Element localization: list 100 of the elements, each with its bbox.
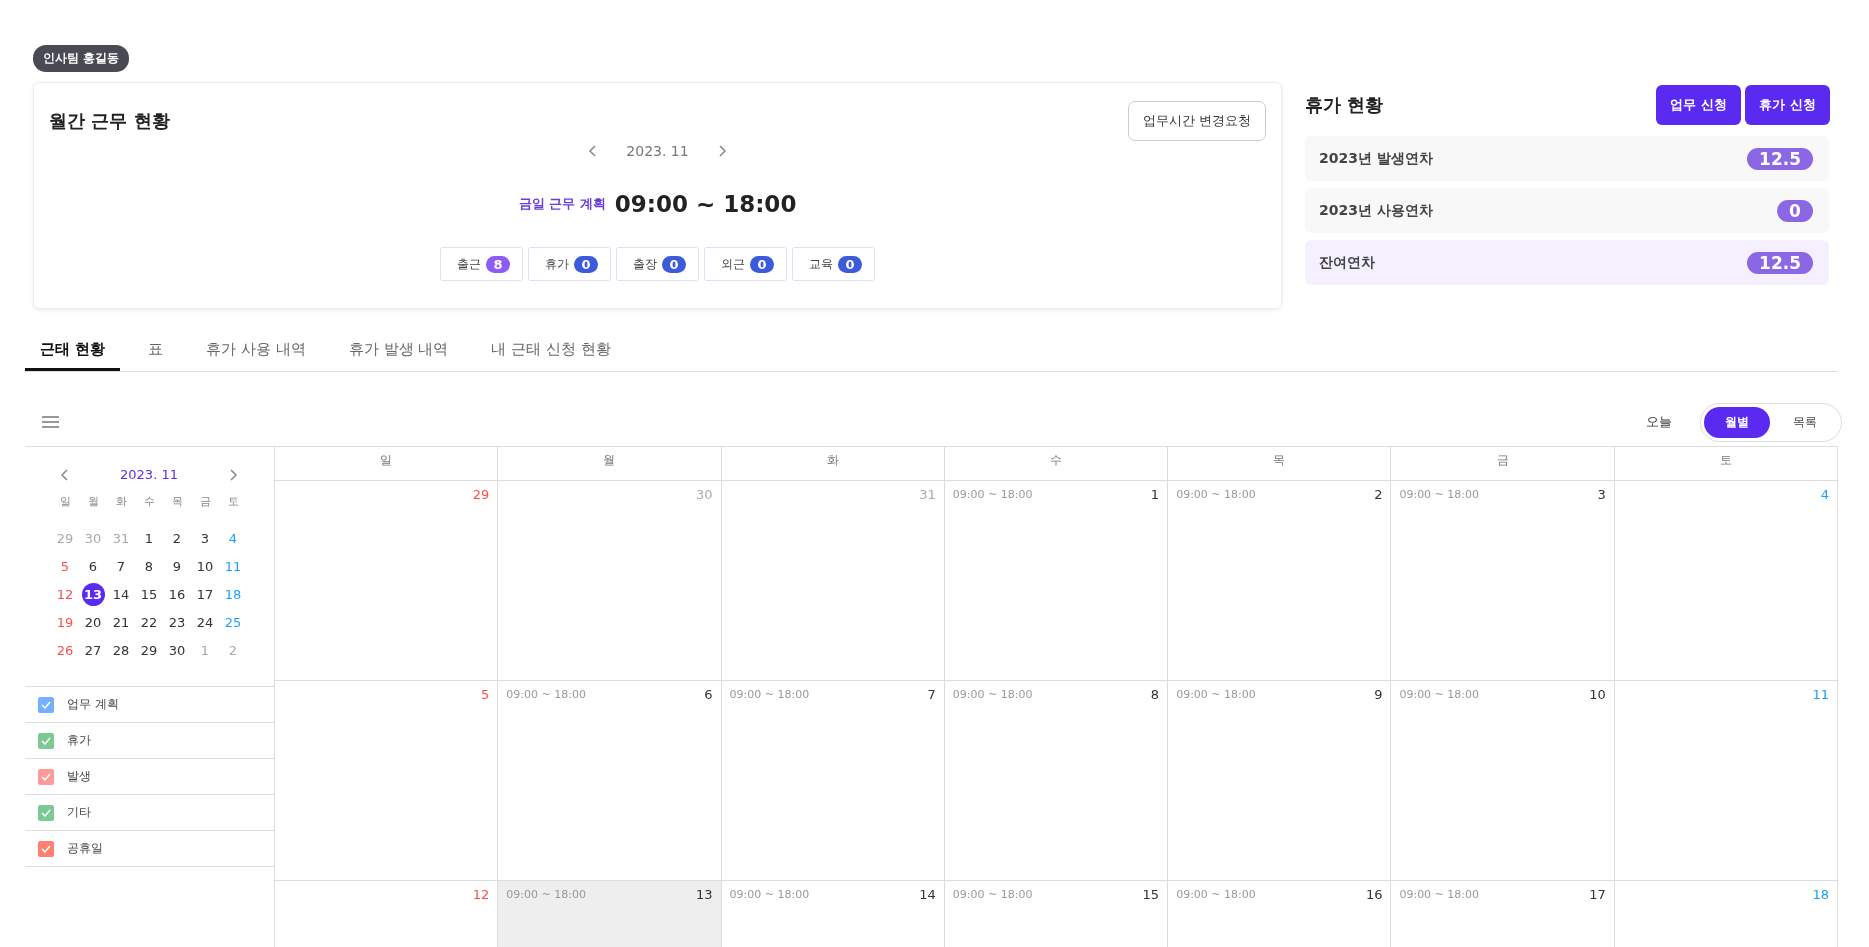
day-number: 11	[1812, 687, 1829, 702]
previous-icon[interactable]	[59, 467, 70, 482]
mini-month-label: 2023. 11	[120, 467, 178, 482]
date-cell[interactable]: 17	[193, 583, 217, 606]
day-number: 9	[1374, 687, 1383, 702]
tab[interactable]: 표	[133, 331, 179, 371]
date-cell[interactable]: 1	[137, 527, 161, 550]
weekday-label: 목	[171, 494, 183, 510]
count-badge: 0	[662, 255, 686, 273]
menu-icon[interactable]	[42, 416, 59, 428]
day-number: 7	[927, 687, 936, 702]
weekday-label: 화	[115, 494, 127, 510]
date-cell[interactable]: 30	[165, 639, 189, 662]
work-time: 09:00 ~ 18:00	[729, 888, 810, 901]
day-cell[interactable]: 09:00 ~ 18:00 8	[944, 681, 1169, 881]
day-cell[interactable]: 09:00 ~ 18:00 16	[1168, 881, 1392, 947]
today-button[interactable]: 오늘	[1646, 413, 1672, 431]
date-cell[interactable]: 16	[165, 583, 189, 606]
previous-icon[interactable]	[587, 144, 599, 158]
panel-title: 휴가 현황	[1305, 93, 1384, 117]
leave-label: 2023년 사용연차	[1319, 201, 1433, 220]
stat-label: 외근	[721, 255, 746, 273]
date-cell[interactable]: 3	[193, 527, 217, 550]
work-time: 09:00 ~ 18:00	[1399, 688, 1480, 701]
plan-label: 금일 근무 계획	[518, 195, 606, 213]
day-cell[interactable]: 09:00 ~ 18:00 17	[1391, 881, 1615, 947]
tab[interactable]: 근태 현황	[25, 331, 121, 371]
day-cell[interactable]: 09:00 ~ 18:00 13	[498, 881, 722, 947]
date-cell[interactable]: 10	[193, 555, 217, 578]
legend-label: 기타	[67, 804, 91, 821]
stat-label: 출장	[633, 255, 658, 273]
date-cell[interactable]: 14	[109, 583, 133, 606]
checkbox[interactable]	[38, 840, 54, 857]
day-number: 2	[1374, 487, 1383, 502]
checkbox[interactable]	[38, 732, 54, 749]
day-number: 14	[919, 887, 936, 902]
user-badge: 인사팀 홍길동	[33, 45, 130, 72]
work-time: 09:00 ~ 18:00	[952, 488, 1033, 501]
work-time: 09:00 ~ 18:00	[1176, 488, 1256, 501]
work-time: 09:00 ~ 18:00	[1399, 488, 1480, 501]
day-cell[interactable]: 09:00 ~ 18:00 9	[1168, 681, 1392, 881]
day-number: 29	[472, 487, 490, 502]
day-cell[interactable]: 09:00 ~ 18:00 10	[1391, 681, 1615, 881]
day-cell[interactable]: 09:00 ~ 18:00 3	[1391, 481, 1615, 681]
weekday-label: 토	[227, 494, 239, 510]
day-number: 6	[704, 687, 713, 702]
view-option[interactable]: 목록	[1772, 406, 1838, 438]
day-cell[interactable]: 09:00 ~ 18:00 14	[721, 881, 945, 947]
day-cell[interactable]: 09:00 ~ 18:00 15	[944, 881, 1169, 947]
tab[interactable]: 휴가 발생 내역	[333, 331, 464, 371]
next-icon[interactable]	[716, 144, 728, 158]
date-cell[interactable]: 2	[165, 527, 189, 550]
change-hours-button[interactable]: 업무시간 변경요청	[1127, 101, 1266, 141]
view-option[interactable]: 월별	[1704, 406, 1770, 438]
checkbox[interactable]	[38, 696, 54, 713]
weekday-header: 수	[944, 447, 1169, 481]
leave-count-badge: 12.5	[1747, 251, 1813, 274]
request-button[interactable]: 휴가 신청	[1745, 85, 1830, 125]
date-cell[interactable]: 15	[137, 583, 161, 606]
count-badge: 0	[574, 255, 598, 273]
weekday-header: 월	[498, 447, 722, 481]
weekday-header: 금	[1391, 447, 1615, 481]
weekday-header: 목	[1168, 447, 1392, 481]
day-cell[interactable]: 09:00 ~ 18:00 1	[944, 481, 1169, 681]
date-cell[interactable]: 13	[81, 583, 105, 606]
work-time: 09:00 ~ 18:00	[1176, 688, 1256, 701]
day-number: 18	[1812, 887, 1829, 902]
date-cell[interactable]: 24	[193, 611, 217, 634]
weekday-label: 수	[143, 494, 155, 510]
date-cell[interactable]: 22	[137, 611, 161, 634]
next-icon[interactable]	[228, 467, 239, 482]
count-badge: 0	[838, 255, 862, 273]
date-cell[interactable]: 23	[165, 611, 189, 634]
checkbox[interactable]	[38, 804, 54, 821]
legend-label: 업무 계획	[67, 696, 119, 713]
day-number: 17	[1589, 887, 1606, 902]
date-cell[interactable]: 28	[109, 639, 133, 662]
date-cell[interactable]: 29	[137, 639, 161, 662]
tab[interactable]: 내 근태 신청 현황	[476, 331, 626, 371]
date-cell[interactable]: 8	[137, 555, 161, 578]
weekday-label: 일	[59, 494, 71, 510]
date-cell[interactable]: 7	[109, 555, 133, 578]
date-cell[interactable]: 21	[109, 611, 133, 634]
weekday-header: 일	[275, 447, 499, 481]
request-button[interactable]: 업무 신청	[1656, 85, 1741, 125]
leave-count-badge: 12.5	[1747, 147, 1813, 170]
check-icon	[41, 700, 51, 709]
work-time: 09:00 ~ 18:00	[729, 688, 810, 701]
date-cell[interactable]: 6	[81, 555, 105, 578]
work-time: 09:00 ~ 18:00	[1176, 888, 1256, 901]
date-cell[interactable]: 20	[81, 611, 105, 634]
checkbox[interactable]	[38, 768, 54, 785]
date-cell[interactable]: 27	[81, 639, 105, 662]
day-cell[interactable]: 09:00 ~ 18:00 7	[721, 681, 945, 881]
date-cell[interactable]: 9	[165, 555, 189, 578]
day-cell[interactable]: 09:00 ~ 18:00 2	[1168, 481, 1392, 681]
tab[interactable]: 휴가 사용 내역	[191, 331, 321, 371]
day-number: 13	[696, 887, 713, 902]
work-time: 09:00 ~ 18:00	[506, 688, 586, 701]
check-icon	[41, 844, 51, 853]
